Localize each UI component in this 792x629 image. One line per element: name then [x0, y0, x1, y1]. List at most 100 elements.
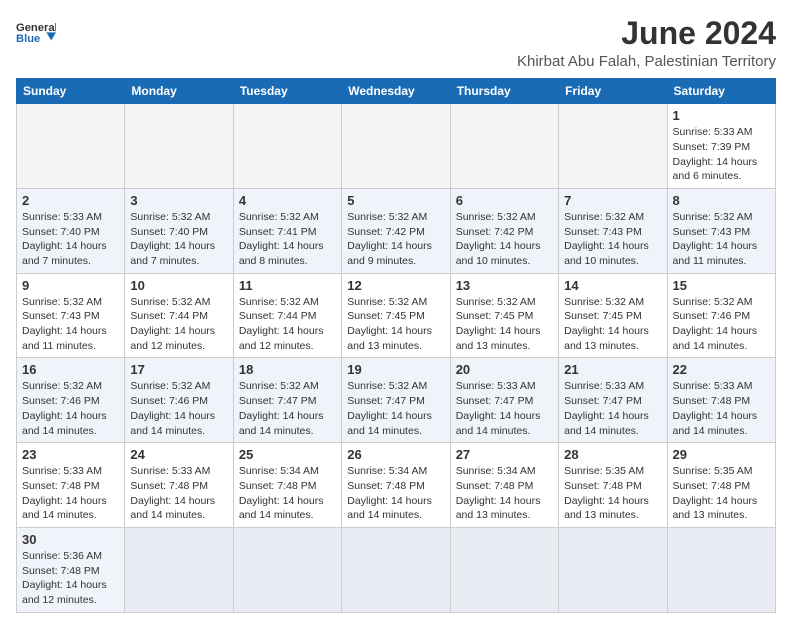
day-number: 3: [130, 193, 227, 208]
calendar-day-cell: 25Sunrise: 5:34 AM Sunset: 7:48 PM Dayli…: [233, 443, 341, 528]
day-number: 16: [22, 362, 119, 377]
calendar-day-cell: 18 Sunrise: 5:32 AM Sunset: 7:47 PM Dayli…: [233, 358, 341, 443]
day-number: 1: [673, 108, 770, 123]
logo-area: General Blue: [16, 16, 56, 52]
calendar-day-cell: [17, 104, 125, 189]
day-info: Sunrise: 5:32 AM Sunset: 7:44 PM Dayligh…: [239, 295, 336, 354]
day-info: Sunrise: 5:36 AM Sunset: 7:48 PM Dayligh…: [22, 549, 119, 608]
calendar-week-row: 1Sunrise: 5:33 AM Sunset: 7:39 PM Daylig…: [17, 104, 776, 189]
day-number: 13: [456, 278, 553, 293]
calendar-day-cell: 3 Sunrise: 5:32 AM Sunset: 7:40 PM Daylig…: [125, 188, 233, 273]
calendar-day-cell: 30 Sunrise: 5:36 AM Sunset: 7:48 PM Dayli…: [17, 527, 125, 612]
day-info: Sunrise: 5:32 AM Sunset: 7:41 PM Dayligh…: [239, 210, 336, 269]
calendar-day-cell: 21 Sunrise: 5:33 AM Sunset: 7:47 PM Dayli…: [559, 358, 667, 443]
day-info: Sunrise: 5:32 AM Sunset: 7:43 PM Dayligh…: [673, 210, 770, 269]
day-info: Sunrise: 5:32 AM Sunset: 7:43 PM Dayligh…: [564, 210, 661, 269]
day-number: 9: [22, 278, 119, 293]
day-number: 12: [347, 278, 444, 293]
day-info: Sunrise: 5:32 AM Sunset: 7:45 PM Dayligh…: [456, 295, 553, 354]
calendar-day-cell: [559, 527, 667, 612]
logo-wrapper: General Blue: [16, 16, 56, 52]
weekday-header-saturday: Saturday: [667, 79, 775, 104]
calendar-day-cell: 11Sunrise: 5:32 AM Sunset: 7:44 PM Dayli…: [233, 273, 341, 358]
weekday-header-thursday: Thursday: [450, 79, 558, 104]
calendar-day-cell: 17Sunrise: 5:32 AM Sunset: 7:46 PM Dayli…: [125, 358, 233, 443]
weekday-header-tuesday: Tuesday: [233, 79, 341, 104]
calendar-day-cell: 28Sunrise: 5:35 AM Sunset: 7:48 PM Dayli…: [559, 443, 667, 528]
day-info: Sunrise: 5:33 AM Sunset: 7:48 PM Dayligh…: [673, 379, 770, 438]
day-number: 24: [130, 447, 227, 462]
day-info: Sunrise: 5:32 AM Sunset: 7:45 PM Dayligh…: [564, 295, 661, 354]
calendar-day-cell: [342, 104, 450, 189]
calendar-day-cell: 16Sunrise: 5:32 AM Sunset: 7:46 PM Dayli…: [17, 358, 125, 443]
day-number: 19: [347, 362, 444, 377]
location-title: Khirbat Abu Falah, Palestinian Territory: [517, 53, 776, 70]
day-number: 7: [564, 193, 661, 208]
weekday-header-wednesday: Wednesday: [342, 79, 450, 104]
day-number: 15: [673, 278, 770, 293]
calendar-week-row: 16Sunrise: 5:32 AM Sunset: 7:46 PM Dayli…: [17, 358, 776, 443]
weekday-header-friday: Friday: [559, 79, 667, 104]
day-info: Sunrise: 5:33 AM Sunset: 7:47 PM Dayligh…: [564, 379, 661, 438]
header: General Blue June 2024 Khirbat Abu Falah…: [16, 16, 776, 70]
weekday-header-sunday: Sunday: [17, 79, 125, 104]
day-number: 5: [347, 193, 444, 208]
calendar-day-cell: 10Sunrise: 5:32 AM Sunset: 7:44 PM Dayli…: [125, 273, 233, 358]
calendar-week-row: 30 Sunrise: 5:36 AM Sunset: 7:48 PM Dayli…: [17, 527, 776, 612]
calendar-week-row: 9 Sunrise: 5:32 AM Sunset: 7:43 PM Daylig…: [17, 273, 776, 358]
day-number: 4: [239, 193, 336, 208]
calendar-day-cell: [125, 527, 233, 612]
calendar-day-cell: 2Sunrise: 5:33 AM Sunset: 7:40 PM Daylig…: [17, 188, 125, 273]
calendar-day-cell: 4 Sunrise: 5:32 AM Sunset: 7:41 PM Daylig…: [233, 188, 341, 273]
calendar-day-cell: [233, 104, 341, 189]
svg-text:Blue: Blue: [16, 33, 40, 45]
general-blue-logo-icon: General Blue: [16, 16, 56, 52]
day-info: Sunrise: 5:32 AM Sunset: 7:42 PM Dayligh…: [347, 210, 444, 269]
day-number: 20: [456, 362, 553, 377]
day-info: Sunrise: 5:32 AM Sunset: 7:47 PM Dayligh…: [347, 379, 444, 438]
day-number: 10: [130, 278, 227, 293]
day-info: Sunrise: 5:32 AM Sunset: 7:46 PM Dayligh…: [673, 295, 770, 354]
calendar-day-cell: 6 Sunrise: 5:32 AM Sunset: 7:42 PM Daylig…: [450, 188, 558, 273]
svg-text:General: General: [16, 22, 56, 34]
calendar-day-cell: [559, 104, 667, 189]
day-info: Sunrise: 5:32 AM Sunset: 7:47 PM Dayligh…: [239, 379, 336, 438]
day-info: Sunrise: 5:34 AM Sunset: 7:48 PM Dayligh…: [239, 464, 336, 523]
day-number: 26: [347, 447, 444, 462]
calendar-day-cell: 14 Sunrise: 5:32 AM Sunset: 7:45 PM Dayli…: [559, 273, 667, 358]
day-info: Sunrise: 5:33 AM Sunset: 7:48 PM Dayligh…: [130, 464, 227, 523]
day-number: 30: [22, 532, 119, 547]
day-number: 6: [456, 193, 553, 208]
day-info: Sunrise: 5:33 AM Sunset: 7:47 PM Dayligh…: [456, 379, 553, 438]
day-number: 22: [673, 362, 770, 377]
calendar-day-cell: 19 Sunrise: 5:32 AM Sunset: 7:47 PM Dayli…: [342, 358, 450, 443]
day-number: 23: [22, 447, 119, 462]
day-info: Sunrise: 5:32 AM Sunset: 7:42 PM Dayligh…: [456, 210, 553, 269]
day-number: 17: [130, 362, 227, 377]
day-info: Sunrise: 5:34 AM Sunset: 7:48 PM Dayligh…: [456, 464, 553, 523]
weekday-header-row: SundayMondayTuesdayWednesdayThursdayFrid…: [17, 79, 776, 104]
calendar-week-row: 23 Sunrise: 5:33 AM Sunset: 7:48 PM Dayli…: [17, 443, 776, 528]
day-number: 21: [564, 362, 661, 377]
day-number: 18: [239, 362, 336, 377]
calendar-day-cell: 1Sunrise: 5:33 AM Sunset: 7:39 PM Daylig…: [667, 104, 775, 189]
calendar-day-cell: 7 Sunrise: 5:32 AM Sunset: 7:43 PM Daylig…: [559, 188, 667, 273]
day-info: Sunrise: 5:32 AM Sunset: 7:43 PM Dayligh…: [22, 295, 119, 354]
day-info: Sunrise: 5:32 AM Sunset: 7:40 PM Dayligh…: [130, 210, 227, 269]
calendar-day-cell: [233, 527, 341, 612]
calendar-day-cell: 8 Sunrise: 5:32 AM Sunset: 7:43 PM Daylig…: [667, 188, 775, 273]
calendar-day-cell: 15 Sunrise: 5:32 AM Sunset: 7:46 PM Dayli…: [667, 273, 775, 358]
calendar-table: SundayMondayTuesdayWednesdayThursdayFrid…: [16, 78, 776, 613]
day-number: 8: [673, 193, 770, 208]
day-info: Sunrise: 5:32 AM Sunset: 7:45 PM Dayligh…: [347, 295, 444, 354]
day-number: 14: [564, 278, 661, 293]
month-title: June 2024: [517, 16, 776, 51]
day-number: 27: [456, 447, 553, 462]
calendar-day-cell: [342, 527, 450, 612]
day-number: 28: [564, 447, 661, 462]
calendar-day-cell: 23 Sunrise: 5:33 AM Sunset: 7:48 PM Dayli…: [17, 443, 125, 528]
day-number: 29: [673, 447, 770, 462]
calendar-day-cell: 24 Sunrise: 5:33 AM Sunset: 7:48 PM Dayli…: [125, 443, 233, 528]
day-info: Sunrise: 5:33 AM Sunset: 7:48 PM Dayligh…: [22, 464, 119, 523]
calendar-day-cell: [125, 104, 233, 189]
